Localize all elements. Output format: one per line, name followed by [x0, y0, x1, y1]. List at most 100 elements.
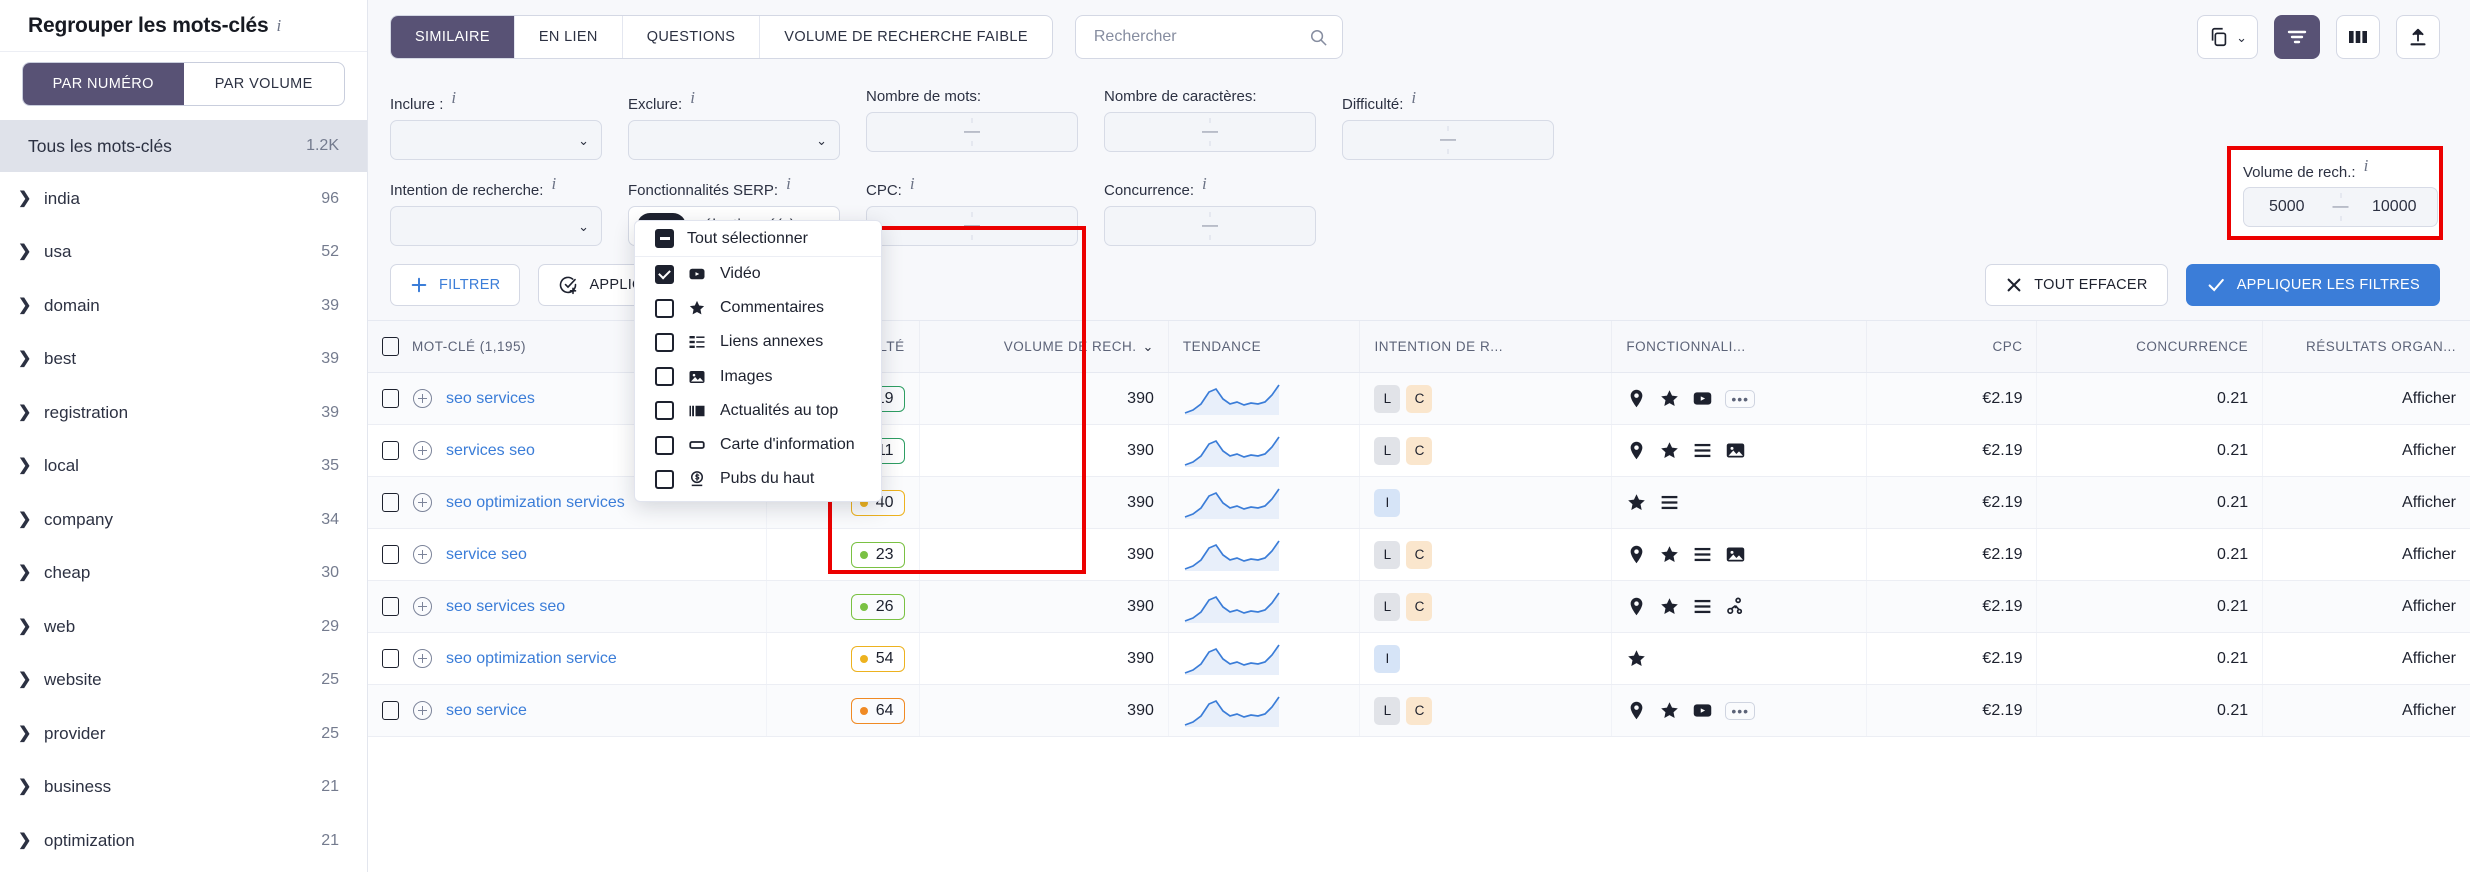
row-checkbox[interactable]: [382, 441, 399, 460]
chevron-right-icon[interactable]: ❯: [18, 511, 44, 528]
filter-range-nombre-de-mots[interactable]: —: [866, 112, 1078, 152]
add-keyword-icon[interactable]: [413, 649, 432, 668]
add-filter-button[interactable]: FILTRER: [390, 264, 521, 306]
tab-volume-de-recherche-faible[interactable]: VOLUME DE RECHERCHE FAIBLE: [759, 16, 1052, 58]
chevron-right-icon[interactable]: ❯: [18, 351, 44, 367]
cell-keyword[interactable]: seo optimization service: [368, 632, 767, 685]
select-all-checkbox[interactable]: [655, 229, 674, 248]
search-input[interactable]: [1093, 28, 1284, 46]
organic-results-link[interactable]: Afficher: [2402, 650, 2456, 667]
copy-dropdown-button[interactable]: ⌄: [2197, 15, 2258, 59]
tab-questions[interactable]: QUESTIONS: [621, 16, 760, 58]
cell-organic-results[interactable]: Afficher: [2262, 372, 2470, 425]
table-header-intent[interactable]: INTENTION DE R...: [1359, 320, 1612, 373]
organic-results-link[interactable]: Afficher: [2402, 442, 2456, 459]
cell-organic-results[interactable]: Afficher: [2262, 580, 2470, 633]
dropdown-option-actualit-s-au-top[interactable]: Actualités au top: [635, 394, 881, 428]
row-checkbox[interactable]: [382, 597, 399, 616]
cell-organic-results[interactable]: Afficher: [2262, 476, 2470, 529]
search-volume-range[interactable]: 5000 — 10000: [2243, 187, 2438, 227]
chevron-right-icon[interactable]: ❯: [18, 725, 44, 742]
toggle-by-volume[interactable]: PAR VOLUME: [184, 63, 345, 105]
tab-similaire[interactable]: SIMILAIRE: [391, 16, 514, 58]
search-volume-max[interactable]: 10000: [2352, 188, 2438, 226]
row-checkbox[interactable]: [382, 649, 399, 668]
cell-organic-results[interactable]: Afficher: [2262, 424, 2470, 477]
dropdown-select-all[interactable]: Tout sélectionner: [635, 221, 881, 257]
range-max[interactable]: [983, 207, 1077, 245]
add-keyword-icon[interactable]: [413, 701, 432, 720]
filter-select-intention-de-recherche[interactable]: ⌄: [390, 206, 602, 246]
dropdown-option-liens-annexes[interactable]: Liens annexes: [635, 325, 881, 359]
keyword-link[interactable]: seo services seo: [446, 598, 565, 616]
range-max[interactable]: [1459, 121, 1553, 159]
sidebar-item-all-keywords[interactable]: Tous les mots-clés 1.2K: [0, 120, 367, 172]
filter-button[interactable]: [2274, 15, 2320, 59]
option-checkbox[interactable]: [655, 298, 674, 318]
range-min[interactable]: [1105, 207, 1199, 245]
chevron-right-icon[interactable]: ❯: [18, 672, 44, 688]
table-header-volume[interactable]: VOLUME DE RECH. ⌄: [918, 320, 1169, 373]
table-row[interactable]: seo service 64 390 L C ••• €2.19 0.21 Afficher: [368, 684, 2470, 737]
apply-filters-button[interactable]: APPLIQUER LES FILTRES: [2185, 264, 2440, 306]
info-icon[interactable]: i: [690, 88, 695, 107]
add-keyword-icon[interactable]: [413, 493, 432, 512]
filter-range-cpc[interactable]: —: [866, 206, 1078, 246]
serp-features-dropdown[interactable]: Tout sélectionner Vidéo Commentaires Liens …: [634, 220, 882, 502]
keyword-link[interactable]: service seo: [446, 546, 527, 564]
sidebar-item-best[interactable]: ❯ best 39: [0, 333, 367, 387]
cell-keyword[interactable]: seo service: [368, 684, 767, 737]
sidebar-item-website[interactable]: ❯ website 25: [0, 654, 367, 708]
keyword-link[interactable]: seo optimization service: [446, 650, 617, 668]
table-header-trend[interactable]: TENDANCE: [1167, 320, 1360, 373]
dropdown-option-images[interactable]: Images: [635, 360, 881, 394]
keyword-link[interactable]: seo service: [446, 702, 527, 720]
range-min[interactable]: [1343, 121, 1437, 159]
row-checkbox[interactable]: [382, 493, 399, 512]
chevron-right-icon[interactable]: ❯: [18, 404, 44, 421]
option-checkbox[interactable]: [655, 367, 674, 387]
cell-organic-results[interactable]: Afficher: [2262, 528, 2470, 581]
sidebar-item-registration[interactable]: ❯ registration 39: [0, 386, 367, 440]
table-row[interactable]: service seo 23 390 L C €2.19 0.21 Afficher: [368, 528, 2470, 581]
sidebar-item-cheap[interactable]: ❯ cheap 30: [0, 547, 367, 601]
chevron-right-icon[interactable]: ❯: [18, 565, 44, 581]
range-max[interactable]: [1221, 207, 1315, 245]
info-icon[interactable]: i: [551, 174, 556, 193]
sidebar-item-business[interactable]: ❯ business 21: [0, 761, 367, 815]
filter-range-concurrence[interactable]: —: [1104, 206, 1316, 246]
keyword-link[interactable]: services seo: [446, 442, 535, 460]
tab-en-lien[interactable]: EN LIEN: [513, 16, 622, 58]
organic-results-link[interactable]: Afficher: [2402, 702, 2456, 719]
table-header-serp[interactable]: FONCTIONNALI...: [1611, 320, 1867, 373]
chevron-right-icon[interactable]: ❯: [18, 190, 44, 207]
add-keyword-icon[interactable]: [413, 441, 432, 460]
add-keyword-icon[interactable]: [413, 389, 432, 408]
row-checkbox[interactable]: [382, 389, 399, 408]
select-all-rows-checkbox[interactable]: [382, 337, 399, 356]
table-row[interactable]: seo services seo 26 390 L C €2.19 0.21 Afficher: [368, 580, 2470, 633]
filter-range-nombre-de-caract-res[interactable]: —: [1104, 112, 1316, 152]
table-header-cpc[interactable]: CPC: [1865, 320, 2037, 373]
sidebar-item-india[interactable]: ❯ india 96: [0, 172, 367, 226]
range-max[interactable]: [983, 113, 1077, 151]
info-icon[interactable]: i: [2364, 156, 2369, 175]
chevron-right-icon[interactable]: ❯: [18, 458, 44, 474]
option-checkbox[interactable]: [655, 332, 674, 352]
chevron-right-icon[interactable]: ❯: [18, 779, 44, 795]
info-icon[interactable]: i: [786, 174, 791, 193]
sidebar-item-optimization[interactable]: ❯ optimization 21: [0, 814, 367, 868]
cell-organic-results[interactable]: Afficher: [2262, 632, 2470, 685]
organic-results-link[interactable]: Afficher: [2402, 598, 2456, 615]
option-checkbox[interactable]: [655, 435, 674, 455]
organic-results-link[interactable]: Afficher: [2402, 546, 2456, 563]
dropdown-option-commentaires[interactable]: Commentaires: [635, 291, 881, 325]
add-keyword-icon[interactable]: [413, 597, 432, 616]
columns-button[interactable]: [2336, 15, 2380, 59]
search-icon[interactable]: [1309, 28, 1328, 47]
sidebar-item-usa[interactable]: ❯ usa 52: [0, 226, 367, 280]
option-checkbox[interactable]: [655, 469, 674, 489]
keyword-link[interactable]: seo services: [446, 390, 535, 408]
cell-organic-results[interactable]: Afficher: [2262, 684, 2470, 737]
info-icon[interactable]: i: [1411, 88, 1416, 107]
